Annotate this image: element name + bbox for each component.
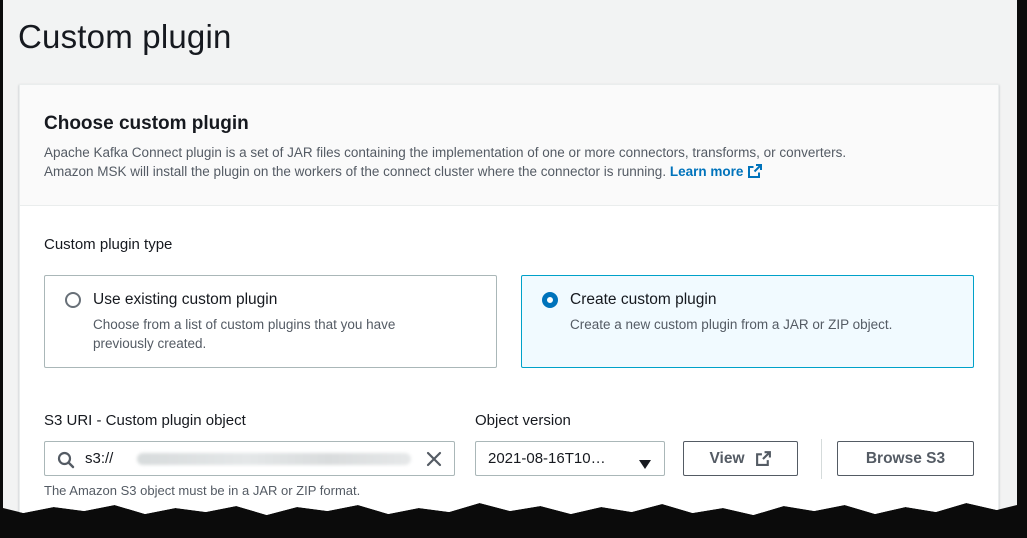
view-button[interactable]: View [683, 441, 798, 476]
option-desc-line-2: previously created. [93, 336, 207, 351]
radio-selected-icon[interactable] [542, 292, 558, 308]
option-description: Create a new custom plugin from a JAR or… [570, 317, 893, 332]
learn-more-link[interactable]: Learn more [670, 164, 764, 179]
s3-uri-label: S3 URI - Custom plugin object [44, 412, 246, 429]
object-version-select[interactable]: 2021-08-16T10… [475, 441, 665, 476]
clear-icon[interactable] [425, 450, 443, 473]
option-title: Use existing custom plugin [93, 291, 278, 308]
panel-description: Apache Kafka Connect plugin is a set of … [44, 143, 974, 184]
search-icon [57, 451, 75, 474]
view-button-label: View [709, 449, 745, 467]
learn-more-label: Learn more [669, 164, 744, 179]
browse-s3-button[interactable]: Browse S3 [837, 441, 974, 476]
button-divider [821, 439, 822, 479]
external-link-icon [755, 450, 772, 467]
option-description: Choose from a list of custom plugins tha… [93, 315, 480, 353]
s3-uri-input[interactable]: s3:// [44, 441, 455, 476]
option-title: Create custom plugin [570, 291, 717, 308]
object-version-value: 2021-08-16T10… [488, 450, 606, 467]
page-sheet: Custom plugin Choose custom plugin Apach… [3, 0, 1017, 515]
page-title: Custom plugin [18, 18, 232, 55]
description-line-2: Amazon MSK will install the plugin on th… [44, 164, 667, 179]
option-use-existing[interactable]: Use existing custom plugin Choose from a… [44, 275, 497, 368]
plugin-type-label: Custom plugin type [44, 236, 173, 253]
option-desc-line-1: Choose from a list of custom plugins tha… [93, 317, 396, 332]
object-version-label: Object version [475, 412, 571, 429]
choose-plugin-panel: Choose custom plugin Apache Kafka Connec… [19, 84, 999, 515]
description-line-1: Apache Kafka Connect plugin is a set of … [44, 145, 847, 160]
option-create-custom[interactable]: Create custom plugin Create a new custom… [521, 275, 974, 368]
panel-title: Choose custom plugin [44, 113, 249, 134]
s3-uri-hint: The Amazon S3 object must be in a JAR or… [44, 483, 361, 498]
s3-uri-value: s3:// [85, 450, 114, 467]
caret-down-icon [639, 456, 651, 473]
panel-header: Choose custom plugin Apache Kafka Connec… [20, 85, 998, 206]
redacted-uri [137, 453, 411, 465]
external-link-icon [747, 163, 763, 184]
radio-icon[interactable] [65, 292, 81, 308]
